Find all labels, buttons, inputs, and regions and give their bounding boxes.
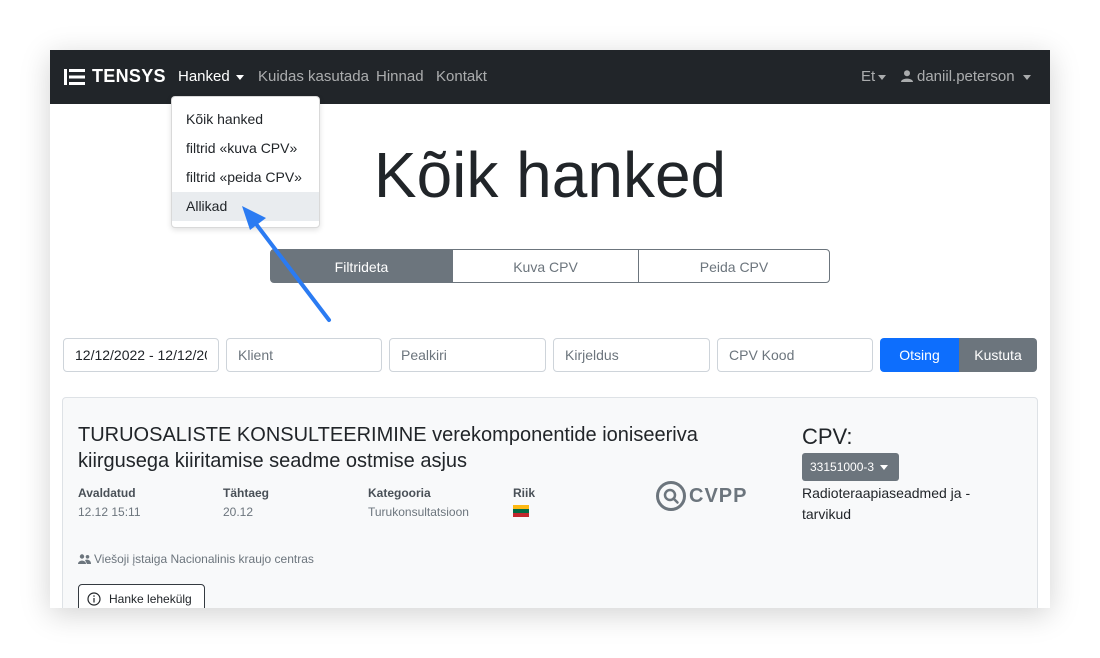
nav-hanked-dropdown[interactable]: Hanked [178,68,244,85]
dropdown-item-peida-cpv[interactable]: filtrid «peida CPV» [172,163,319,192]
tab-kuva-cpv[interactable]: Kuva CPV [452,249,639,283]
published-label: Avaldatud [78,486,136,500]
dropdown-item-allikad[interactable]: Allikad [172,192,319,221]
user-dropdown[interactable]: daniil.peterson [901,68,1031,85]
nav-hinnad[interactable]: Hinnad [376,68,424,85]
cpv-code-input[interactable] [717,338,873,372]
cpv-code-dropdown[interactable]: 33151000-3 [802,453,899,481]
hanked-dropdown-menu: Kõik hanked filtrid «kuva CPV» filtrid «… [171,96,320,228]
deadline-value: 20.12 [223,505,254,519]
category-label: Kategooria [368,486,431,500]
users-icon [78,554,91,564]
tender-title[interactable]: TURUOSALISTE KONSULTEERIMINE verekompone… [78,422,758,474]
cpv-heading: CPV: [802,424,853,449]
app-window: TENSYS Hanked Kuidas kasutada Hinnad Kon… [50,50,1050,608]
buyer-name: Viešoji įstaiga Nacionalinis kraujo cent… [94,552,314,566]
lithuania-flag-icon [513,505,529,517]
description-input[interactable] [553,338,710,372]
country-label: Riik [513,486,536,500]
info-icon [87,592,101,606]
tensys-logo-icon [64,68,85,85]
source-logo-text: CVPP [689,484,748,507]
username: daniil.peterson [917,68,1015,85]
tender-page-button[interactable]: Hanke lehekülg [78,584,205,608]
title-input[interactable] [389,338,546,372]
dropdown-item-kuva-cpv[interactable]: filtrid «kuva CPV» [172,134,319,163]
tab-peida-cpv[interactable]: Peida CPV [638,249,830,283]
caret-down-icon [235,74,244,80]
brand[interactable]: TENSYS [64,66,166,87]
caret-down-icon [878,74,887,80]
language-label: Et [861,68,876,85]
dropdown-item-koik-hanked[interactable]: Kõik hanked [172,105,319,134]
brand-text: TENSYS [92,66,166,86]
client-input[interactable] [226,338,382,372]
cvpp-search-icon [656,481,686,511]
nav-kontakt[interactable]: Kontakt [436,68,487,85]
caret-down-icon [880,465,889,471]
category-value: Turukonsultatsioon [368,505,469,519]
nav-hanked-label: Hanked [178,68,230,85]
tender-page-button-label: Hanke lehekülg [109,592,192,606]
source-logo: CVPP [655,480,747,512]
language-dropdown[interactable]: Et [861,68,887,85]
date-range-input[interactable] [63,338,219,372]
deadline-label: Tähtaeg [223,486,270,500]
tab-filtrideta[interactable]: Filtrideta [270,249,453,283]
cpv-code: 33151000-3 [810,460,875,474]
user-icon [901,70,913,82]
published-value: 12.12 15:11 [78,505,141,519]
filter-tabs: Filtrideta Kuva CPV Peida CPV [270,249,830,283]
cpv-description: Radioteraapiaseadmed ja -tarvikud [802,485,971,522]
tender-card: TURUOSALISTE KONSULTEERIMINE verekompone… [62,397,1038,608]
caret-down-icon [1022,74,1031,80]
buyer: Viešoji įstaiga Nacionalinis kraujo cent… [78,552,314,566]
nav-kuidas-kasutada[interactable]: Kuidas kasutada [258,68,369,85]
clear-button[interactable]: Kustuta [959,338,1037,372]
search-button[interactable]: Otsing [880,338,959,372]
